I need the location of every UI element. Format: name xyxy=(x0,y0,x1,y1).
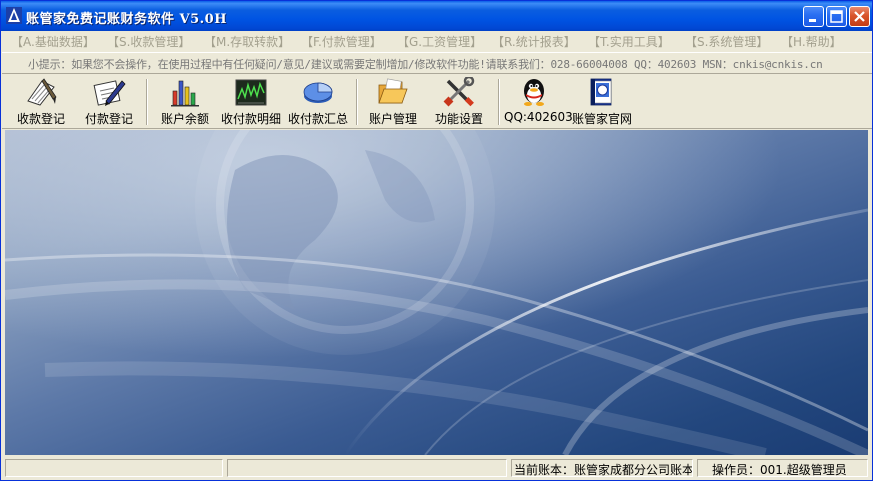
bar-chart-icon xyxy=(171,80,199,107)
maximize-icon xyxy=(830,10,843,23)
toolbar-separator xyxy=(146,79,148,125)
hint-bar: 小提示：如果您不会操作，在使用过程中有任何疑问/意见/建议或需要定制增加/修改软… xyxy=(2,52,872,74)
receipt-register-button[interactable]: 收款登记 xyxy=(12,77,70,127)
close-icon xyxy=(854,11,865,22)
toolbar-separator xyxy=(356,79,358,125)
menu-receipts[interactable]: 【S.收款管理】 xyxy=(107,33,190,50)
qq-penguin-icon xyxy=(524,79,544,106)
menu-basic-data[interactable]: 【A.基础数据】 xyxy=(11,33,95,50)
toolbar: 收款登记 付款登记 账户余额 收付款明细 收付款汇总 账户管理 功能设置 QQ:… xyxy=(2,75,872,129)
folder-icon xyxy=(378,78,408,104)
pie-chart-icon xyxy=(303,82,333,103)
current-account-status: 当前账本：账管家成都分公司账本 xyxy=(511,459,693,477)
operator-status: 操作员：001.超级管理员 xyxy=(697,459,868,477)
hint-text: 小提示：如果您不会操作，在使用过程中有任何疑问/意见/建议或需要定制增加/修改软… xyxy=(28,58,823,71)
tool-label-accounts: 账户管理 xyxy=(368,112,417,126)
transaction-detail-button[interactable]: 收付款明细 xyxy=(217,77,285,127)
tool-label-summary: 收付款汇总 xyxy=(287,112,348,126)
menu-bar: 【A.基础数据】 【S.收款管理】 【M.存取转款】 【F.付款管理】 【G.工… xyxy=(1,31,872,51)
title-bar[interactable]: 账管家免费记账财务软件 V5.0H xyxy=(1,1,872,31)
status-panel-2 xyxy=(227,459,507,477)
minimize-icon xyxy=(809,19,816,22)
menu-salary[interactable]: 【G.工资管理】 xyxy=(397,33,482,50)
official-website-button[interactable]: 账管家官网 xyxy=(568,77,636,127)
tool-label-detail: 收付款明细 xyxy=(220,112,281,126)
status-bar: 当前账本：账管家成都分公司账本 操作员：001.超级管理员 xyxy=(1,456,872,480)
minimize-button[interactable] xyxy=(803,6,824,27)
tool-label-receipt: 收款登记 xyxy=(16,112,65,126)
tool-label-website: 账管家官网 xyxy=(571,112,632,126)
close-button[interactable] xyxy=(849,6,870,27)
status-panel-1 xyxy=(5,459,223,477)
tool-label-payment: 付款登记 xyxy=(84,112,133,126)
account-balance-button[interactable]: 账户余额 xyxy=(156,77,214,127)
account-management-button[interactable]: 账户管理 xyxy=(364,77,422,127)
qq-contact-button[interactable]: QQ:402603 xyxy=(504,77,573,127)
maximize-button[interactable] xyxy=(826,6,847,27)
menu-transfers[interactable]: 【M.存取转款】 xyxy=(204,33,290,50)
payment-register-icon xyxy=(93,80,126,106)
receipt-register-icon xyxy=(27,78,57,106)
main-workspace xyxy=(5,130,868,455)
line-chart-icon xyxy=(235,79,267,106)
tools-icon xyxy=(443,77,475,107)
payment-register-button[interactable]: 付款登记 xyxy=(80,77,138,127)
decorative-background xyxy=(5,130,868,455)
menu-system[interactable]: 【S.系统管理】 xyxy=(685,33,768,50)
toolbar-separator xyxy=(498,79,500,125)
tool-label-qq: QQ:402603 xyxy=(504,110,573,124)
tool-label-settings: 功能设置 xyxy=(434,112,483,126)
transaction-summary-button[interactable]: 收付款汇总 xyxy=(285,77,351,127)
tool-label-balance: 账户余额 xyxy=(160,112,209,126)
menu-help[interactable]: 【H.帮助】 xyxy=(781,33,842,50)
app-logo-icon xyxy=(6,7,22,24)
menu-reports[interactable]: 【R.统计报表】 xyxy=(492,33,576,50)
settings-button[interactable]: 功能设置 xyxy=(430,77,488,127)
window-title: 账管家免费记账财务软件 V5.0H xyxy=(26,12,228,27)
app-window: 账管家免费记账财务软件 V5.0H 【A.基础数据】 【S.收款管理】 【M.存… xyxy=(0,0,873,481)
menu-payments[interactable]: 【F.付款管理】 xyxy=(301,33,382,50)
website-book-icon xyxy=(590,78,612,106)
menu-tools[interactable]: 【T.实用工具】 xyxy=(588,33,670,50)
